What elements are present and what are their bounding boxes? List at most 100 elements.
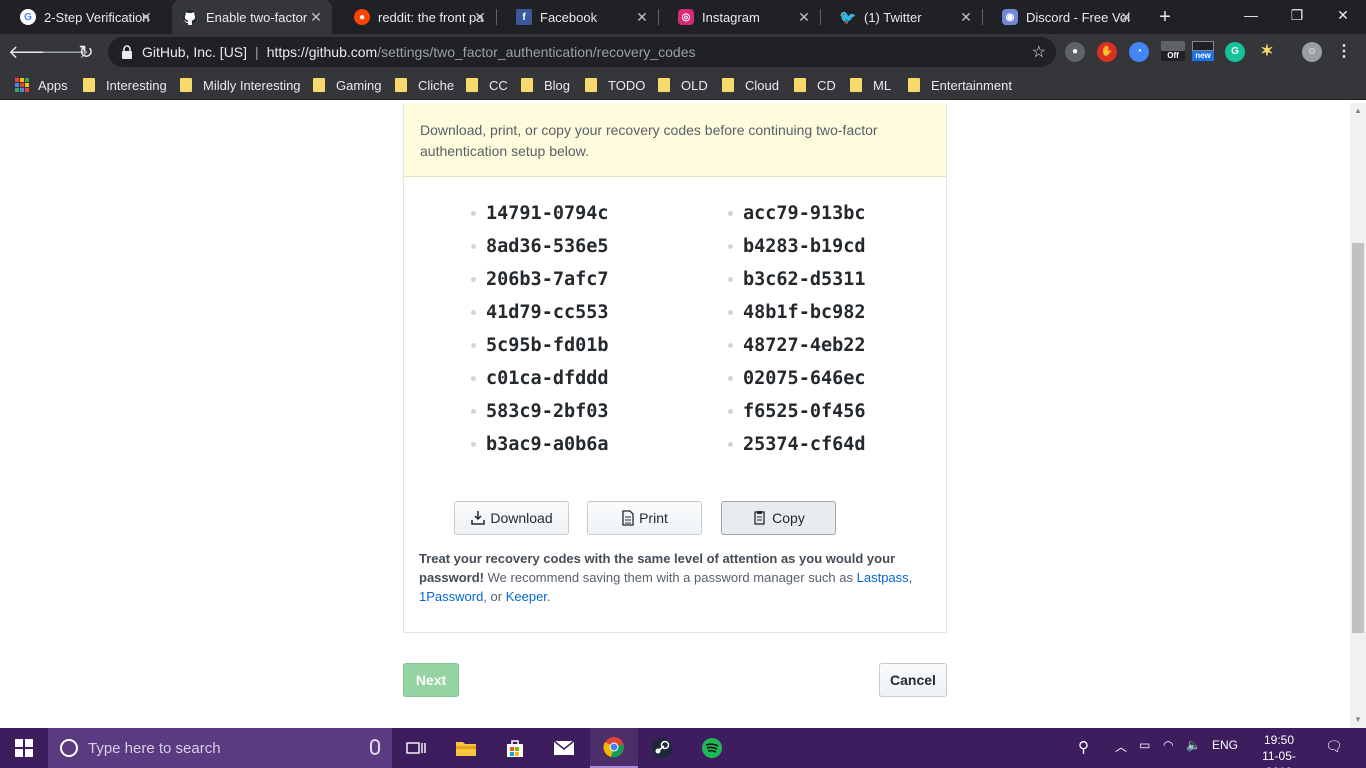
off-badge-extension-icon[interactable]: Off [1161, 41, 1185, 61]
print-label: Print [639, 510, 668, 526]
taskbar-search-placeholder: Type here to search [88, 739, 221, 757]
new-tab-button[interactable]: + [1154, 6, 1176, 28]
bookmark-interesting[interactable]: Interesting [83, 76, 167, 94]
bookmark-blog[interactable]: Blog [521, 76, 570, 94]
show-hidden-icons-icon[interactable]: ︿ [1115, 738, 1127, 755]
system-clock[interactable]: 19:50 11-05-2019 [1252, 732, 1306, 768]
notification-center-icon[interactable]: 🗨 [1325, 738, 1343, 755]
recovery-code: b3ac9-a0b6a [486, 434, 609, 455]
code-bullet [471, 442, 476, 447]
code-bullet [471, 310, 476, 315]
bookmark-cliche[interactable]: Cliche [395, 76, 454, 94]
steam-icon[interactable] [638, 728, 686, 768]
new-badge: new [1192, 51, 1214, 61]
grammarly-icon[interactable]: G [1225, 42, 1245, 62]
chrome-taskbar-icon[interactable] [590, 728, 638, 768]
incognito-extension-icon[interactable]: ● [1065, 42, 1085, 62]
note-separator: , or [483, 589, 506, 604]
tab-enable-two-factor[interactable]: Enable two-factor ✕ [172, 0, 332, 34]
recovery-code: b4283-b19cd [743, 236, 866, 257]
recovery-code: f6525-0f456 [743, 401, 866, 422]
tab-title: Enable two-factor [206, 9, 308, 25]
mail-icon[interactable] [540, 728, 588, 768]
tab-facebook[interactable]: f Facebook ✕ [496, 0, 658, 34]
tab-reddit[interactable]: ● reddit: the front pa ✕ [334, 0, 496, 34]
code-bullet [728, 409, 733, 414]
profile-avatar[interactable]: ☺ [1302, 42, 1322, 62]
language-indicator[interactable]: ENG [1212, 738, 1238, 752]
copy-button[interactable]: Copy [721, 501, 836, 535]
close-icon[interactable]: ✕ [1118, 9, 1134, 25]
bookmark-todo[interactable]: TODO [585, 76, 645, 94]
address-bar[interactable]: GitHub, Inc. [US] | https://github.com/s… [108, 37, 1056, 67]
bookmark-entertainment[interactable]: Entertainment [908, 76, 1012, 94]
tab-instagram[interactable]: ◎ Instagram ✕ [658, 0, 820, 34]
page-scrollbar[interactable]: ▲ ▼ [1350, 103, 1366, 728]
lastpass-link[interactable]: Lastpass [857, 570, 909, 585]
people-icon[interactable]: ⚲ [1078, 738, 1089, 756]
bookmark-apps[interactable]: Apps [15, 76, 68, 94]
tab-discord[interactable]: ◉ Discord - Free Voi ✕ [982, 0, 1142, 34]
close-icon[interactable]: ✕ [308, 9, 324, 25]
spotify-icon[interactable] [688, 728, 736, 768]
menu-kebab-icon[interactable]: ⋮ [1334, 42, 1354, 62]
microphone-icon[interactable] [370, 739, 380, 755]
bookmark-cloud[interactable]: Cloud [722, 76, 779, 94]
scroll-thumb[interactable] [1352, 243, 1364, 633]
microsoft-store-icon[interactable] [491, 728, 539, 768]
cancel-button[interactable]: Cancel [879, 663, 947, 697]
recovery-code: 41d79-cc553 [486, 302, 609, 323]
bookmark-mildly-interesting[interactable]: Mildly Interesting [180, 76, 301, 94]
close-icon[interactable]: ✕ [138, 9, 154, 25]
bookmark-cc[interactable]: CC [466, 76, 508, 94]
folder-icon [850, 78, 862, 92]
twitter-icon: 🐦 [839, 8, 857, 25]
recovery-code: b3c62-d5311 [743, 269, 866, 290]
bookmark-old[interactable]: OLD [658, 76, 708, 94]
bookmark-ml[interactable]: ML [850, 76, 891, 94]
speed-extension-icon[interactable]: ◔ [1129, 42, 1149, 62]
wifi-icon[interactable]: ◠ [1163, 738, 1173, 752]
bookmark-star-icon[interactable]: ☆ [1032, 42, 1046, 62]
clock-date: 11-05-2019 [1262, 749, 1296, 768]
bookmark-gaming[interactable]: Gaming [313, 76, 382, 94]
close-icon[interactable]: ✕ [472, 9, 488, 25]
close-icon[interactable]: ✕ [634, 9, 650, 25]
1password-link[interactable]: 1Password [419, 589, 483, 604]
bookmark-cd[interactable]: CD [794, 76, 836, 94]
recovery-code: 8ad36-536e5 [486, 236, 609, 257]
forward-button[interactable]: 🡒 [41, 39, 89, 65]
keeper-link[interactable]: Keeper [506, 589, 547, 604]
windows-logo-icon [15, 739, 33, 757]
stop-hand-extension-icon[interactable]: ✋ [1097, 42, 1117, 62]
taskbar-search-box[interactable]: Type here to search [48, 728, 392, 768]
lock-icon[interactable] [120, 45, 134, 59]
star-extension-icon[interactable]: ✶ [1257, 42, 1277, 62]
volume-icon[interactable]: 🔈 [1186, 738, 1201, 752]
restore-button[interactable]: ❐ [1274, 0, 1320, 30]
folder-icon [395, 78, 407, 92]
file-explorer-icon[interactable] [442, 728, 490, 768]
tab-twitter[interactable]: 🐦 (1) Twitter ✕ [820, 0, 982, 34]
download-button[interactable]: Download [454, 501, 569, 535]
task-view-icon[interactable] [392, 728, 440, 768]
folder-icon [83, 78, 95, 92]
close-icon[interactable]: ✕ [796, 9, 812, 25]
minimize-button[interactable]: — [1228, 0, 1274, 30]
recovery-code: 206b3-7afc7 [486, 269, 609, 290]
site-identity[interactable]: GitHub, Inc. [US] [142, 44, 247, 60]
note-end: . [546, 589, 551, 604]
close-window-button[interactable]: ✕ [1320, 0, 1366, 30]
print-button[interactable]: Print [587, 501, 702, 535]
tab-2-step-verification[interactable]: G 2-Step Verification ✕ [0, 0, 162, 34]
start-button[interactable] [0, 728, 48, 768]
close-icon[interactable]: ✕ [958, 9, 974, 25]
recovery-code: 48727-4eb22 [743, 335, 866, 356]
back-button[interactable]: 🡐 [8, 39, 56, 65]
battery-icon[interactable]: ▭ [1139, 738, 1150, 752]
scroll-down-arrow-icon[interactable]: ▼ [1350, 712, 1366, 728]
next-button[interactable]: Next [403, 663, 459, 697]
new-badge-extension-icon[interactable]: new [1192, 41, 1214, 61]
reload-button[interactable]: ↻ [73, 39, 99, 65]
scroll-up-arrow-icon[interactable]: ▲ [1350, 103, 1366, 119]
